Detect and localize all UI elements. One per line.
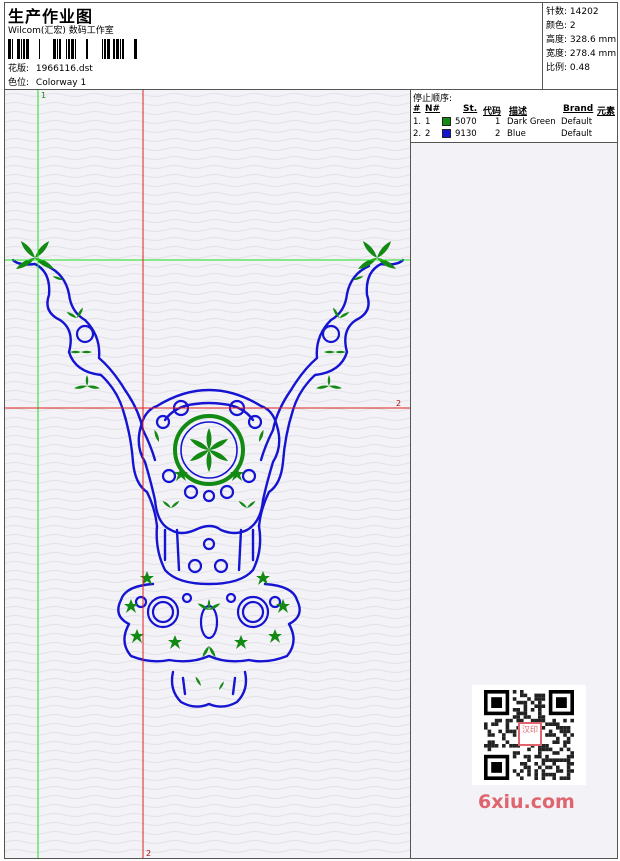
production-sheet: 生产作业图 Wilcom(汇宏) 数码工作室 花版: 1966116.dst 色…: [4, 2, 618, 859]
red-guide-label-vertical: 2: [146, 849, 151, 858]
col-code: 代码: [483, 107, 502, 117]
colorway-row: 色位: Colorway 1: [8, 75, 86, 88]
thread-color-swatch: [442, 129, 451, 138]
studio-name: Wilcom(汇宏) 数码工作室: [8, 26, 114, 36]
design-canvas: 1 2 2: [5, 90, 410, 858]
watermark-site: 6xiu.com: [478, 791, 575, 813]
stop-sequence-table: 停止顺序: # N# St. 代码 描述 Brand 元素 1. 1 5070 …: [411, 90, 617, 143]
col-stitches: St.: [463, 104, 478, 114]
design-file-label: 花版:: [8, 64, 30, 74]
qr-code-watermark: 汉印: [472, 685, 586, 785]
stat-height: 高度: 328.6 mm: [546, 35, 617, 45]
thread-color-swatch: [442, 117, 451, 126]
barcode-icon: [8, 39, 137, 59]
col-number: N#: [425, 104, 441, 114]
stat-color-count: 颜色: 2: [546, 21, 576, 31]
green-guide-label: 1: [41, 91, 46, 100]
seal-logo: 汉印: [518, 722, 542, 746]
design-file-name: 1966116.dst: [35, 64, 93, 74]
col-element: 元素: [597, 107, 616, 117]
col-index: #: [413, 104, 421, 114]
design-stats: 针数: 14202 颜色: 2 高度: 328.6 mm 宽度: 278.4 m…: [542, 3, 617, 89]
design-file-row: 花版: 1966116.dst: [8, 61, 93, 74]
embroidery-preview: 1 2 2: [5, 90, 410, 858]
colorway-name: Colorway 1: [35, 78, 87, 88]
stop-sequence-title: 停止顺序:: [413, 94, 453, 104]
stat-width: 宽度: 278.4 mm: [546, 49, 617, 59]
fabric-texture: [5, 90, 410, 858]
stat-stitch-count: 针数: 14202: [546, 7, 599, 17]
col-brand: Brand: [563, 104, 594, 114]
red-guide-label-horizontal: 2: [396, 399, 401, 408]
colorway-label: 色位:: [8, 78, 30, 88]
stat-scale: 比例: 0.48: [546, 63, 590, 73]
col-description: 描述: [509, 107, 528, 117]
